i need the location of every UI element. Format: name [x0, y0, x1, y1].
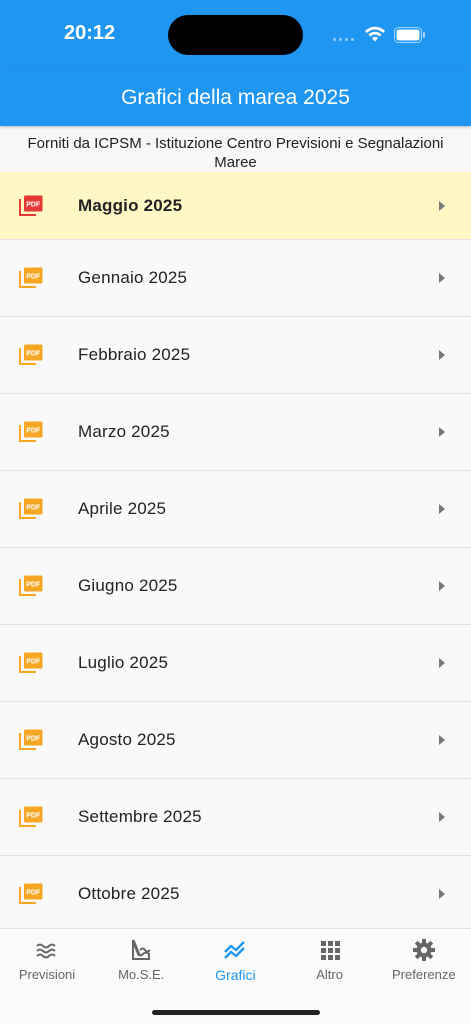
- tab-previsioni[interactable]: Previsioni: [0, 937, 94, 982]
- tab-label: Preferenze: [392, 967, 456, 982]
- svg-text:PDF: PDF: [26, 658, 41, 665]
- tab-label: Previsioni: [18, 967, 76, 982]
- grid-icon: [317, 937, 343, 963]
- chevron-right-icon: [439, 812, 445, 822]
- tab-label: Altro: [316, 967, 343, 982]
- list-item-label: Marzo 2025: [78, 422, 170, 441]
- barrier-icon: [128, 937, 154, 963]
- pdf-icon: PDF: [19, 344, 43, 365]
- svg-text:PDF: PDF: [26, 427, 41, 434]
- chevron-right-icon: [439, 658, 445, 668]
- list-item-label: Febbraio 2025: [78, 345, 191, 364]
- list-item[interactable]: PDF Luglio 2025: [0, 625, 471, 702]
- tab-mose[interactable]: Mo.S.E.: [94, 937, 188, 982]
- chevron-right-icon: [439, 735, 445, 745]
- chevron-right-icon: [439, 889, 445, 899]
- pdf-icon: PDF: [19, 652, 43, 673]
- chart-icon: [222, 937, 248, 963]
- list-item-label: Aprile 2025: [78, 499, 167, 518]
- pdf-icon: PDF: [19, 883, 43, 904]
- pdf-icon: PDF: [19, 729, 43, 750]
- list-item-label: Agosto 2025: [78, 730, 176, 749]
- tab-grafici[interactable]: Grafici: [188, 937, 282, 983]
- tab-altro[interactable]: Altro: [283, 937, 377, 982]
- svg-text:PDF: PDF: [26, 350, 41, 357]
- tab-label: Grafici: [215, 967, 256, 983]
- tab-label: Mo.S.E.: [118, 967, 165, 982]
- list-item[interactable]: PDF Aprile 2025: [0, 471, 471, 548]
- dynamic-island: [168, 15, 303, 55]
- tab-preferenze[interactable]: Preferenze: [377, 937, 471, 982]
- app-bar: Grafici della marea 2025: [0, 70, 471, 126]
- pdf-icon: PDF: [19, 195, 43, 216]
- list-item-label: Gennaio 2025: [78, 268, 188, 287]
- svg-text:PDF: PDF: [26, 812, 41, 819]
- list-item[interactable]: PDF Marzo 2025: [0, 394, 471, 471]
- charts-list: PDF Maggio 2025 PDF Gennaio 2025 PDF Febbraio…: [0, 172, 471, 933]
- list-item-label: Luglio 2025: [78, 653, 169, 672]
- chevron-right-icon: [439, 581, 445, 591]
- wifi-icon: [365, 26, 385, 42]
- cellular-signal-icon: [333, 38, 354, 41]
- pdf-icon: PDF: [19, 421, 43, 442]
- pdf-icon: PDF: [19, 806, 43, 827]
- chevron-right-icon: [439, 504, 445, 514]
- pdf-icon: PDF: [19, 575, 43, 596]
- status-time: 20:12: [64, 22, 116, 44]
- svg-text:PDF: PDF: [26, 504, 41, 511]
- waves-icon: [34, 937, 60, 963]
- chevron-right-icon: [439, 200, 445, 211]
- list-item-label: Maggio 2025: [78, 195, 183, 215]
- status-bar: 20:12: [0, 0, 471, 70]
- pdf-icon: PDF: [19, 267, 43, 288]
- list-item[interactable]: PDF Settembre 2025: [0, 779, 471, 856]
- battery-icon: [394, 27, 425, 43]
- list-item[interactable]: PDF Giugno 2025: [0, 548, 471, 625]
- list-item[interactable]: PDF Agosto 2025: [0, 702, 471, 779]
- svg-text:PDF: PDF: [26, 889, 41, 896]
- chevron-right-icon: [439, 273, 445, 283]
- chevron-right-icon: [439, 350, 445, 360]
- list-item-label: Settembre 2025: [78, 807, 202, 826]
- page-title: Grafici della marea 2025: [121, 86, 350, 109]
- svg-text:PDF: PDF: [26, 581, 41, 588]
- list-item[interactable]: PDF Febbraio 2025: [0, 317, 471, 394]
- list-item[interactable]: PDF Ottobre 2025: [0, 856, 471, 933]
- gear-icon: [411, 937, 437, 963]
- chevron-right-icon: [439, 427, 445, 437]
- source-note: Forniti da ICPSM - Istituzione Centro Pr…: [27, 135, 444, 171]
- svg-text:PDF: PDF: [26, 201, 41, 208]
- home-indicator: [152, 1010, 320, 1015]
- pdf-icon: PDF: [19, 498, 43, 519]
- list-item[interactable]: PDF Maggio 2025: [0, 172, 471, 240]
- svg-text:PDF: PDF: [26, 735, 41, 742]
- list-item-label: Ottobre 2025: [78, 884, 180, 903]
- list-item[interactable]: PDF Gennaio 2025: [0, 240, 471, 317]
- list-item-label: Giugno 2025: [78, 576, 178, 595]
- svg-text:PDF: PDF: [26, 273, 41, 280]
